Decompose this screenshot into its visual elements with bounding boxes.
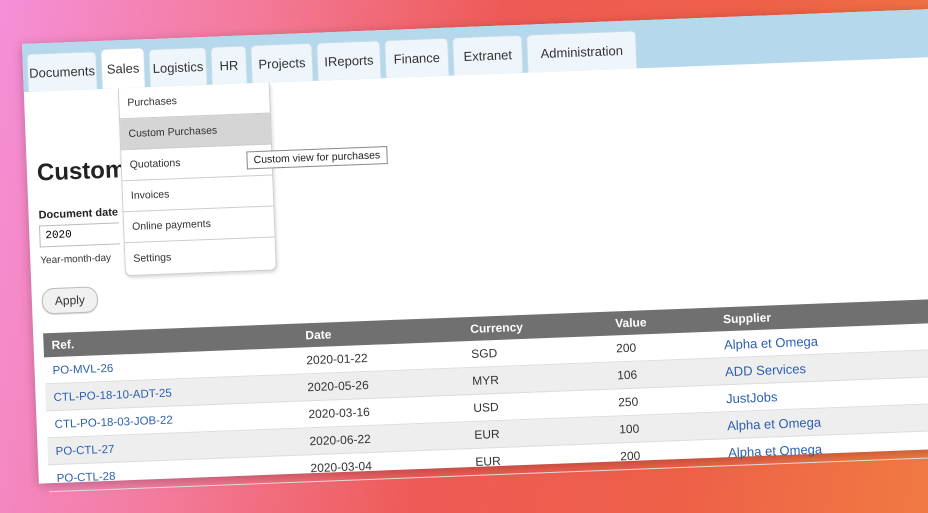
supplier-link[interactable]: Alpha et Omega — [728, 441, 822, 460]
tab-label: IReports — [324, 52, 374, 70]
apply-button[interactable]: Apply — [41, 286, 99, 315]
ref-link[interactable]: PO-MVL-26 — [52, 363, 113, 377]
tab-label: Administration — [540, 42, 624, 62]
tab-label: HR — [219, 57, 239, 74]
ref-link[interactable]: CTL-PO-18-10-ADT-25 — [53, 388, 172, 405]
date-cell: 2020-03-16 — [308, 404, 371, 422]
column-header-supplier[interactable]: Supplier — [723, 303, 928, 326]
tab-administration[interactable]: Administration — [526, 30, 638, 73]
tab-logistics[interactable]: Logistics — [148, 46, 208, 88]
currency-cell: EUR — [475, 453, 501, 469]
currency-cell: EUR — [474, 426, 500, 442]
tab-finance[interactable]: Finance — [384, 37, 450, 79]
date-cell: 2020-06-22 — [309, 431, 372, 449]
main-tab-bar: Documents Sales Logistics HR Projects IR… — [22, 8, 928, 92]
tab-label: Documents — [28, 63, 96, 81]
value-cell: 106 — [616, 367, 638, 383]
column-header-currency[interactable]: Currency — [470, 316, 615, 336]
supplier-link[interactable]: Alpha et Omega — [727, 414, 821, 433]
page-title: Custom — [36, 156, 127, 187]
tab-label: Sales — [106, 60, 140, 77]
tab-label: Projects — [258, 55, 306, 72]
supplier-link[interactable]: JustJobs — [726, 389, 778, 406]
tab-label: Finance — [393, 49, 441, 67]
menu-item-settings[interactable]: Settings — [125, 237, 276, 274]
tab-hr[interactable]: HR — [210, 45, 248, 85]
tab-label: Logistics — [152, 59, 204, 76]
column-header-value[interactable]: Value — [615, 312, 723, 330]
purchases-table: Ref. Date Currency Value Supplier PO-MVL… — [43, 297, 928, 493]
tab-projects[interactable]: Projects — [250, 42, 314, 84]
date-cell: 2020-03-04 — [310, 458, 373, 476]
currency-cell: USD — [473, 399, 499, 415]
tab-label: Extranet — [463, 47, 513, 65]
value-cell: 200 — [620, 448, 641, 464]
value-cell: 100 — [618, 421, 640, 437]
tab-ireports[interactable]: IReports — [316, 40, 382, 81]
date-cell: 2020-01-22 — [306, 350, 368, 368]
supplier-link[interactable]: Alpha et Omega — [724, 333, 818, 352]
document-date-input[interactable] — [38, 222, 120, 248]
date-cell: 2020-05-26 — [307, 377, 370, 395]
ref-link[interactable]: CTL-PO-18-03-JOB-22 — [54, 414, 173, 431]
app-window: Documents Sales Logistics HR Projects IR… — [22, 8, 928, 493]
currency-cell: SGD — [470, 345, 498, 361]
document-date-label: Document date — [38, 206, 119, 222]
column-header-date[interactable]: Date — [305, 322, 470, 342]
ref-link[interactable]: PO-CTL-28 — [56, 471, 115, 485]
tab-extranet[interactable]: Extranet — [452, 34, 524, 76]
value-cell: 250 — [617, 394, 639, 410]
currency-cell: MYR — [471, 372, 500, 388]
tab-documents[interactable]: Documents — [26, 51, 98, 92]
supplier-link[interactable]: ADD Services — [725, 361, 806, 379]
date-format-hint: Year-month-day — [40, 252, 112, 267]
tab-sales[interactable]: Sales — [100, 47, 146, 89]
value-cell: 200 — [615, 340, 637, 356]
ref-link[interactable]: PO-CTL-27 — [55, 444, 114, 458]
sales-dropdown-menu: Purchases Custom Purchases Quotations In… — [117, 82, 277, 277]
